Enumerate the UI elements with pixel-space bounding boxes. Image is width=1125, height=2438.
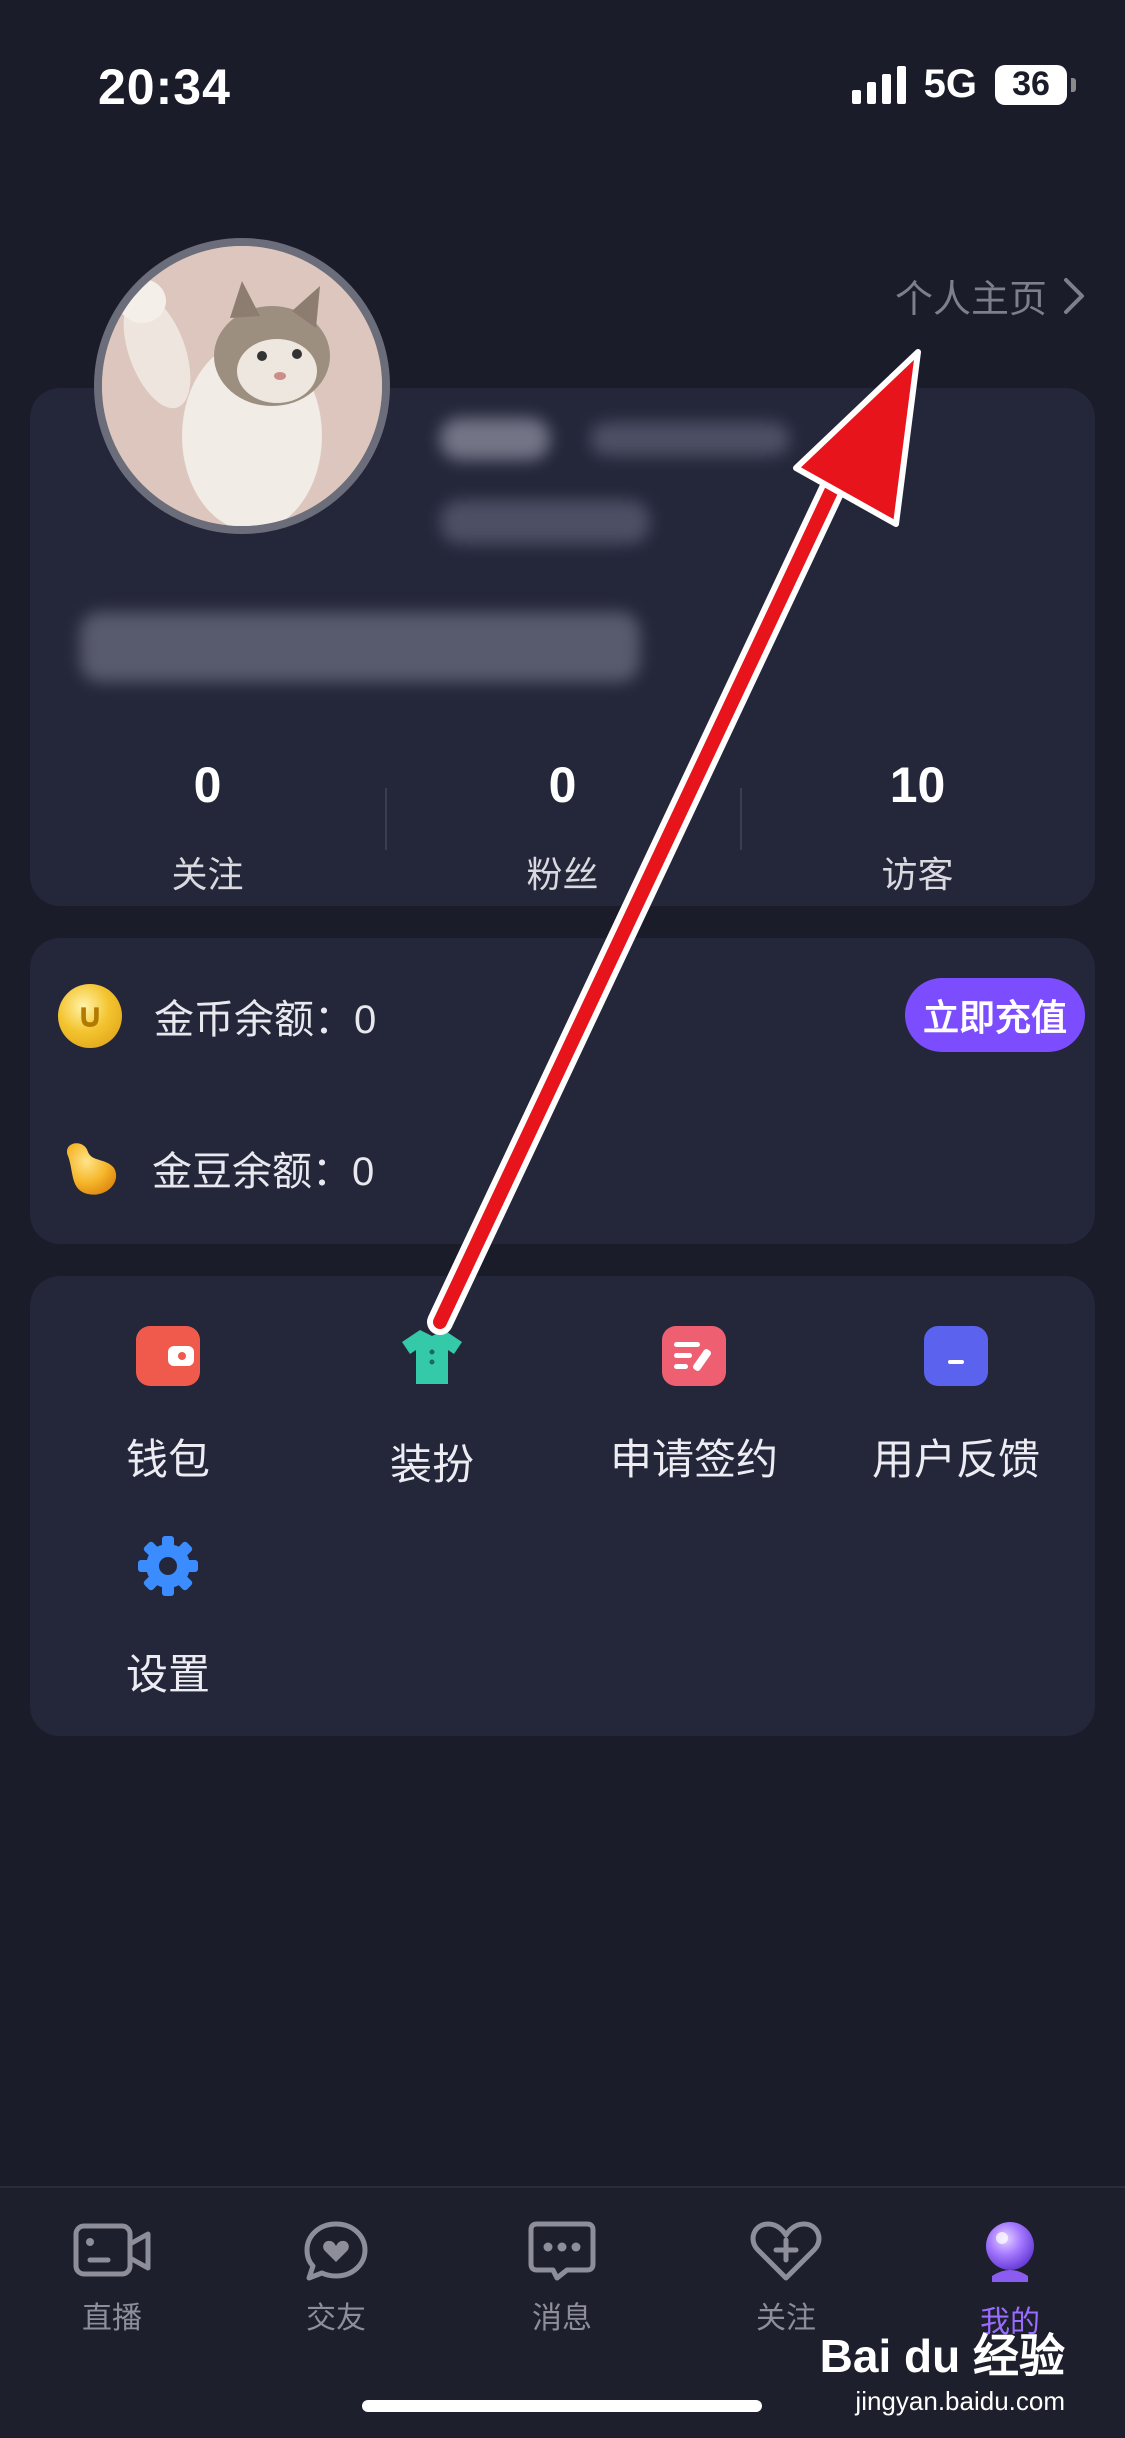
tool-feedback-label: 用户反馈 xyxy=(871,1436,1040,1483)
stat-fans-count: 0 xyxy=(548,757,577,813)
tshirt-icon xyxy=(402,1330,462,1384)
message-icon xyxy=(528,2221,596,2281)
stat-following-label: 关注 xyxy=(171,854,244,895)
battery-icon: 36 xyxy=(995,64,1076,105)
tab-messages-label: 消息 xyxy=(532,2302,592,2335)
stat-fans[interactable]: 0 粉丝 xyxy=(385,740,740,898)
feedback-icon xyxy=(924,1326,988,1386)
tool-settings[interactable]: 设置 xyxy=(38,1536,298,1702)
tab-friends-label: 交友 xyxy=(306,2302,366,2335)
tool-dressup[interactable]: 装扮 xyxy=(302,1326,562,1492)
sign-contract-icon xyxy=(662,1326,726,1386)
avatar[interactable] xyxy=(94,238,390,534)
tool-wallet[interactable]: 钱包 xyxy=(38,1326,298,1487)
status-icons: 5G 36 xyxy=(851,62,1076,107)
stat-fans-label: 粉丝 xyxy=(526,854,599,895)
recharge-button[interactable]: 立即充值 xyxy=(905,978,1085,1052)
status-time: 20:34 xyxy=(98,59,231,115)
stat-visitors-label: 访客 xyxy=(881,854,954,895)
stat-following[interactable]: 0 关注 xyxy=(30,740,385,898)
cat-avatar-image xyxy=(102,246,382,526)
tool-dressup-label: 装扮 xyxy=(389,1441,474,1488)
signal-icon xyxy=(851,65,906,104)
gold-bean-label: 金豆余额： xyxy=(152,1150,352,1194)
tool-sign-contract-label: 申请签约 xyxy=(609,1436,778,1483)
gold-coin-icon: ∪ xyxy=(58,984,122,1048)
bio-blurred xyxy=(80,612,640,682)
watermark-brand: Bai du 经验 xyxy=(819,2330,1065,2382)
homepage-link[interactable]: 个人主页 xyxy=(895,268,1085,323)
tool-sign-contract[interactable]: 申请签约 xyxy=(564,1326,824,1487)
tool-wallet-label: 钱包 xyxy=(125,1436,210,1483)
user-level-blurred xyxy=(440,500,650,544)
watermark-url: jingyan.baidu.com xyxy=(855,2386,1065,2416)
stat-visitors[interactable]: 10 访客 xyxy=(740,740,1095,898)
gold-coin-value: 0 xyxy=(354,998,377,1042)
username-blurred xyxy=(440,418,550,460)
gold-bean-row: 金豆余额：0 xyxy=(58,1138,374,1198)
tab-messages[interactable]: 消息 xyxy=(492,2220,632,2337)
network-type: 5G xyxy=(923,62,977,106)
watermark: Bai du 经验 jingyan.baidu.com xyxy=(820,2320,1065,2417)
heart-chat-icon xyxy=(304,2221,368,2281)
tab-friends[interactable]: 交友 xyxy=(266,2220,406,2337)
tool-feedback[interactable]: 用户反馈 xyxy=(826,1326,1086,1487)
stat-following-count: 0 xyxy=(193,757,222,813)
live-camera-icon xyxy=(73,2223,151,2277)
profile-stats: 0 关注 0 粉丝 10 访客 xyxy=(30,740,1095,898)
stat-visitors-count: 10 xyxy=(889,757,946,813)
home-indicator xyxy=(362,2400,762,2412)
profile-bulb-icon xyxy=(986,2222,1034,2282)
user-id-blurred xyxy=(590,422,790,456)
wallet-icon xyxy=(136,1326,200,1386)
gold-bean-icon xyxy=(66,1143,117,1195)
chevron-right-icon xyxy=(1064,277,1084,314)
gold-bean-value: 0 xyxy=(352,1150,375,1194)
tab-live[interactable]: 直播 xyxy=(42,2220,182,2337)
tab-live-label: 直播 xyxy=(82,2302,142,2335)
homepage-link-label: 个人主页 xyxy=(894,279,1047,321)
gear-icon xyxy=(138,1536,198,1596)
gold-coin-label: 金币余额： xyxy=(154,998,354,1042)
heart-plus-icon xyxy=(750,2221,822,2281)
tool-settings-label: 设置 xyxy=(125,1651,210,1698)
gold-coin-row: ∪ 金币余额：0 xyxy=(58,984,376,1048)
